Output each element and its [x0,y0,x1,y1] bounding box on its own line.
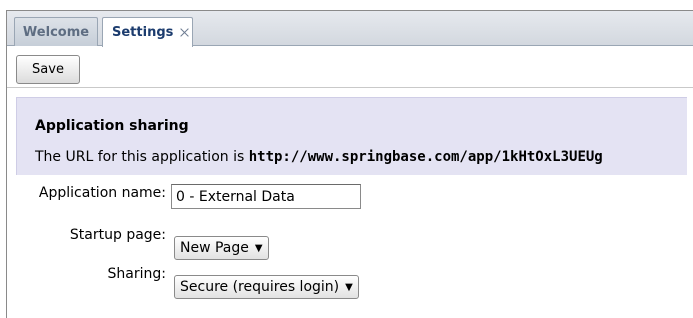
application-name-input[interactable] [171,184,361,209]
caret-down-icon: ▼ [345,281,353,293]
sharing-url-text: The URL for this application is http://w… [35,149,603,165]
application-name-label: Application name: [38,185,166,201]
tab-settings[interactable]: Settings [102,17,193,47]
tab-welcome[interactable]: Welcome [14,17,98,46]
startup-page-value: New Page [180,240,249,256]
sharing-url-prefix: The URL for this application is [35,149,249,165]
toolbar-divider [7,87,693,88]
save-button[interactable]: Save [16,55,80,84]
sharing-value: Secure (requires login) [180,279,340,295]
startup-page-label: Startup page: [69,227,166,243]
sharing-select[interactable]: Secure (requires login) ▼ [174,275,359,299]
panel-title: Application sharing [35,118,189,134]
startup-page-select[interactable]: New Page ▼ [174,236,269,260]
tab-strip: Welcome Settings [7,11,693,47]
application-sharing-panel: Application sharing The URL for this app… [16,97,687,175]
sharing-url: http://www.springbase.com/app/1kHtOxL3UE… [248,149,603,165]
tab-welcome-label: Welcome [22,24,90,40]
caret-down-icon: ▼ [254,242,263,254]
close-icon[interactable] [179,27,183,38]
sharing-label: Sharing: [107,266,166,282]
tab-settings-label: Settings [112,25,174,40]
